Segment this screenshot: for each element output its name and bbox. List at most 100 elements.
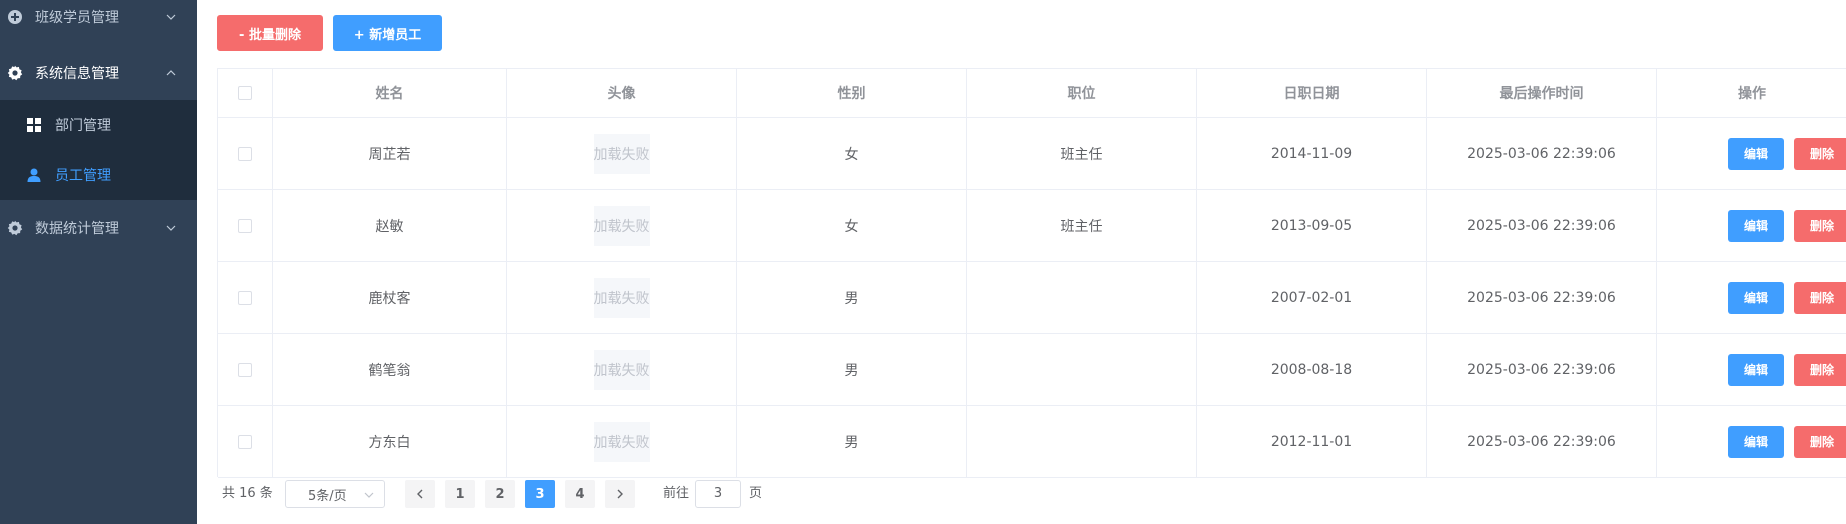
menu-label: 班级学员管理	[35, 10, 119, 26]
actions-cell: 编辑 删除	[1657, 190, 1846, 261]
table-row: 周芷若 加载失败 女 班主任 2014-11-09 2025-03-06 22:…	[218, 118, 1846, 190]
table-row: 鹤笔翁 加载失败 男 2008-08-18 2025-03-06 22:39:0…	[218, 334, 1846, 406]
user-icon	[27, 168, 41, 182]
row-select-cell	[218, 118, 273, 189]
avatar-cell: 加载失败	[507, 334, 737, 405]
page-size-select[interactable]: 5条/页	[285, 480, 385, 508]
menu-data-stats[interactable]: 数据统计管理	[0, 203, 197, 253]
avatar-load-failed: 加载失败	[593, 133, 650, 174]
page-number-current[interactable]: 3	[525, 480, 555, 508]
avatar-load-failed: 加载失败	[593, 421, 650, 462]
select-all-checkbox[interactable]	[238, 86, 252, 100]
table-row: 方东白 加载失败 男 2012-11-01 2025-03-06 22:39:0…	[218, 406, 1846, 478]
row-select-cell	[218, 406, 273, 477]
update-time-cell: 2025-03-06 22:39:06	[1427, 334, 1657, 405]
row-select-cell	[218, 334, 273, 405]
edit-button[interactable]: 编辑	[1728, 353, 1784, 386]
column-header: 操作	[1738, 86, 1766, 102]
circle-plus-icon	[7, 9, 23, 25]
sidebar: 班级学员管理 系统信息管理 部门管理 员工管理 数据统计管理	[0, 0, 197, 524]
page-number[interactable]: 2	[485, 480, 515, 508]
prev-page-button[interactable]	[405, 480, 435, 508]
column-header: 头像	[507, 69, 737, 117]
table-header: 姓名 头像 性别 职位 日职日期 最后操作时间 操作	[218, 69, 1846, 118]
edit-button[interactable]: 编辑	[1728, 281, 1784, 314]
menu-label: 数据统计管理	[35, 221, 119, 237]
table-row: 鹿杖客 加载失败 男 2007-02-01 2025-03-06 22:39:0…	[218, 262, 1846, 334]
next-page-button[interactable]	[605, 480, 635, 508]
edit-button[interactable]: 编辑	[1728, 209, 1784, 242]
table-row: 赵敏 加载失败 女 班主任 2013-09-05 2025-03-06 22:3…	[218, 190, 1846, 262]
avatar-load-failed: 加载失败	[593, 205, 650, 246]
goto-label: 前往	[663, 486, 690, 501]
sidebar-item-label: 员工管理	[55, 168, 111, 184]
column-header: 姓名	[273, 69, 507, 117]
name-cell: 赵敏	[273, 190, 507, 261]
row-checkbox[interactable]	[238, 362, 252, 377]
edit-button[interactable]: 编辑	[1728, 137, 1784, 170]
sidebar-item-employee[interactable]: 员工管理	[0, 150, 197, 200]
actions-cell: 编辑 删除	[1657, 334, 1846, 405]
name-cell: 鹿杖客	[273, 262, 507, 333]
row-checkbox[interactable]	[238, 290, 252, 305]
add-employee-button[interactable]: + 新增员工	[333, 15, 442, 51]
avatar-cell: 加载失败	[507, 190, 737, 261]
avatar-cell: 加载失败	[507, 262, 737, 333]
edit-button[interactable]: 编辑	[1728, 425, 1784, 458]
gender-cell: 男	[737, 334, 967, 405]
avatar-load-failed: 加载失败	[593, 349, 650, 390]
page-suffix-label: 页	[749, 486, 763, 501]
update-time-cell: 2025-03-06 22:39:06	[1427, 406, 1657, 477]
position-cell	[967, 262, 1197, 333]
page-number[interactable]: 1	[445, 480, 475, 508]
position-cell	[967, 334, 1197, 405]
avatar-cell: 加载失败	[507, 406, 737, 477]
row-checkbox[interactable]	[238, 434, 252, 449]
update-time-cell: 2025-03-06 22:39:06	[1427, 262, 1657, 333]
gear-icon	[7, 220, 23, 236]
total-count: 共 16 条	[222, 486, 273, 501]
batch-delete-button[interactable]: - 批量删除	[217, 15, 323, 51]
gender-cell: 男	[737, 262, 967, 333]
column-header: 日职日期	[1197, 69, 1427, 117]
row-checkbox[interactable]	[238, 146, 252, 161]
chevron-left-icon	[417, 489, 423, 499]
goto-page-input[interactable]: 3	[695, 480, 741, 508]
entry-date-cell: 2012-11-01	[1197, 406, 1427, 477]
page-size-value: 5条/页	[308, 488, 347, 504]
gender-cell: 女	[737, 118, 967, 189]
menu-class-student[interactable]: 班级学员管理	[0, 0, 197, 42]
gender-cell: 男	[737, 406, 967, 477]
chevron-down-icon	[165, 222, 177, 234]
entry-date-cell: 2007-02-01	[1197, 262, 1427, 333]
chevron-up-icon	[165, 67, 177, 79]
submenu-system-info: 部门管理 员工管理	[0, 100, 197, 200]
row-select-cell	[218, 262, 273, 333]
chevron-down-icon	[165, 11, 177, 23]
row-select-cell	[218, 190, 273, 261]
name-cell: 鹤笔翁	[273, 334, 507, 405]
column-header: 职位	[967, 69, 1197, 117]
grid-icon	[27, 118, 41, 132]
delete-button[interactable]: 删除	[1794, 209, 1846, 242]
delete-button[interactable]: 删除	[1794, 353, 1846, 386]
page-number[interactable]: 4	[565, 480, 595, 508]
delete-button[interactable]: 删除	[1794, 137, 1846, 170]
delete-button[interactable]: 删除	[1794, 425, 1846, 458]
position-cell	[967, 406, 1197, 477]
sidebar-item-department[interactable]: 部门管理	[0, 100, 197, 150]
delete-button[interactable]: 删除	[1794, 281, 1846, 314]
name-cell: 方东白	[273, 406, 507, 477]
chevron-right-icon	[617, 489, 623, 499]
position-cell: 班主任	[967, 190, 1197, 261]
pagination: 共 16 条 5条/页 1 2 3 4 前往 3 页	[217, 478, 1217, 510]
menu-system-info[interactable]: 系统信息管理	[0, 48, 197, 98]
employee-table: 姓名 头像 性别 职位 日职日期 最后操作时间 操作 周芷若 加载失败 女 班主…	[217, 68, 1846, 478]
chevron-down-icon	[364, 489, 374, 504]
row-checkbox[interactable]	[238, 218, 252, 233]
menu-label: 系统信息管理	[35, 66, 119, 82]
entry-date-cell: 2013-09-05	[1197, 190, 1427, 261]
gear-icon	[7, 65, 23, 81]
actions-cell: 编辑 删除	[1657, 406, 1846, 477]
entry-date-cell: 2008-08-18	[1197, 334, 1427, 405]
